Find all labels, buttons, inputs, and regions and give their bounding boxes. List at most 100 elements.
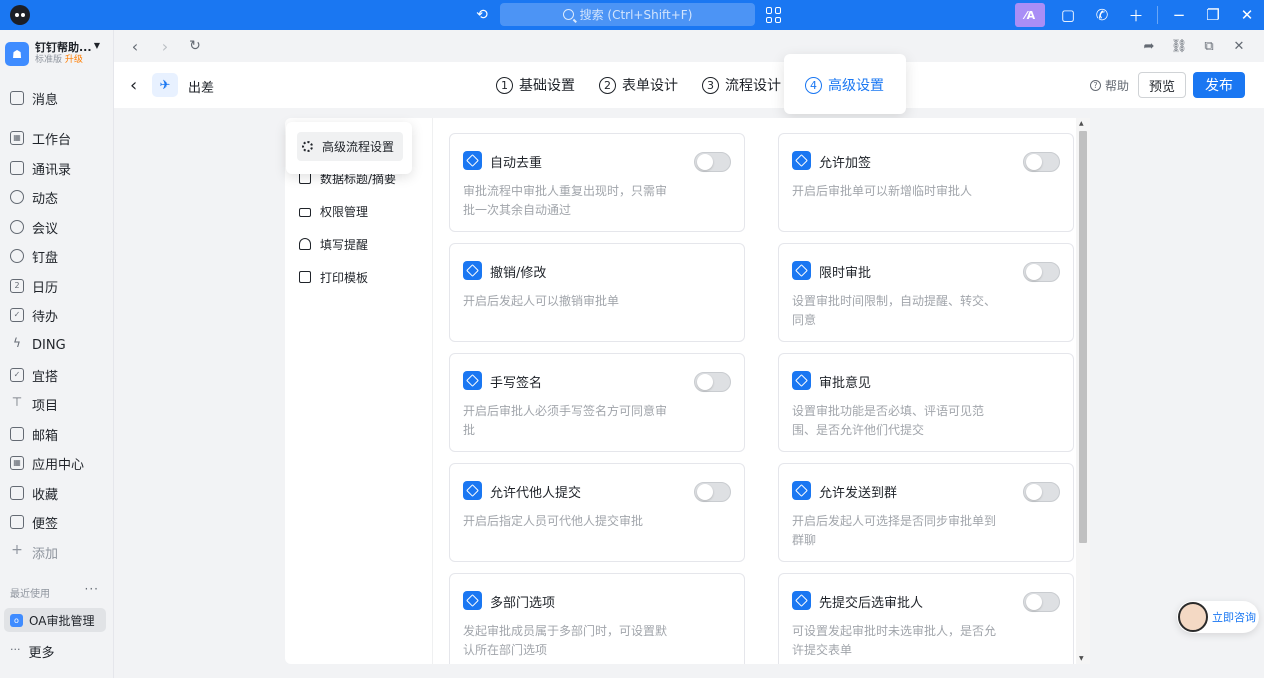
sidebar-item-notes[interactable]: 便签 <box>0 509 112 535</box>
history-icon[interactable]: ⟲ <box>473 6 491 24</box>
dingtalk-logo-icon[interactable] <box>10 5 30 25</box>
card-description: 开启后审批单可以新增临时审批人 <box>792 184 973 198</box>
card-description: 开启后审批人必须手写签名方可同意审批 <box>463 404 668 437</box>
close-page-icon[interactable]: ✕ <box>1224 31 1254 61</box>
global-search-input[interactable]: 搜索 (Ctrl+Shift+F) <box>500 3 755 26</box>
card-description: 开启后发起人可以撤销审批单 <box>463 294 620 308</box>
sidebar-item-drive[interactable]: 钉盘 <box>0 243 112 269</box>
meeting-icon <box>10 220 24 234</box>
bell-icon <box>299 238 311 250</box>
org-avatar: ☗ <box>5 42 29 66</box>
card-title: 限时审批 <box>819 266 872 281</box>
airplane-icon: ✈ <box>152 73 178 97</box>
subnav-fill-reminder[interactable]: 填写提醒 <box>299 230 368 258</box>
left-sidebar: ☗ 钉钉帮助... 标准版 升级 ▼ 消息 ▦ 工作台 通讯录 动态 会议 钉盘 … <box>0 30 114 678</box>
recent-item-oa-approval[interactable]: o OA审批管理 <box>4 608 106 632</box>
subnav-advanced-process[interactable]: 高级流程设置 <box>297 132 403 161</box>
card-description: 审批流程中审批人重复出现时，只需审批一次其余自动通过 <box>463 184 668 217</box>
sidebar-item-contacts[interactable]: 通讯录 <box>0 155 112 181</box>
minimize-icon[interactable]: − <box>1162 0 1196 30</box>
help-link[interactable]: ? 帮助 <box>1090 77 1129 94</box>
workbench-icon: ▦ <box>10 131 24 145</box>
sidebar-add-button[interactable]: + 添加 <box>0 539 112 565</box>
tab-basic-settings[interactable]: 1 基础设置 <box>496 75 575 95</box>
todo-icon: ✓ <box>10 308 24 322</box>
submit-on-behalf-toggle[interactable] <box>694 482 731 502</box>
sidebar-item-calendar[interactable]: 2 日历 <box>0 273 112 299</box>
setting-card-multi-department[interactable]: 多部门选项 发起审批成员属于多部门时，可设置默认所在部门选项 <box>449 573 745 664</box>
allow-add-signer-toggle[interactable] <box>1023 152 1060 172</box>
sidebar-item-workbench[interactable]: ▦ 工作台 <box>0 125 112 151</box>
recent-section-title: 最近使用 <box>10 589 50 600</box>
cube-icon <box>463 481 482 500</box>
recent-more-icon[interactable]: ··· <box>85 582 99 596</box>
auto-dedupe-toggle[interactable] <box>694 152 731 172</box>
refresh-icon[interactable]: ↻ <box>180 31 210 61</box>
titlebar-divider <box>1157 6 1158 24</box>
sidebar-item-todo[interactable]: ✓ 待办 <box>0 302 112 328</box>
contacts-icon <box>10 161 24 175</box>
card-description: 设置审批时间限制，自动提醒、转交、同意 <box>792 294 997 327</box>
close-icon[interactable]: ✕ <box>1230 0 1264 30</box>
setting-card-submit-on-behalf: 允许代他人提交 开启后指定人员可代他人提交审批 <box>449 463 745 562</box>
setting-card-handwritten-signature: 手写签名 开启后审批人必须手写签名方可同意审批 <box>449 353 745 452</box>
setting-card-revoke-modify[interactable]: 撤销/修改 开启后发起人可以撤销审批单 <box>449 243 745 342</box>
plus-icon[interactable]: ＋ <box>1119 0 1153 30</box>
phone-icon[interactable]: ✆ <box>1085 0 1119 30</box>
upgrade-link[interactable]: 升级 <box>65 55 83 65</box>
share-icon[interactable]: ➦ <box>1134 31 1164 61</box>
page-title: 出差 <box>188 81 215 96</box>
subnav-print-template[interactable]: 打印模板 <box>299 263 368 291</box>
sidebar-item-favorites[interactable]: 收藏 <box>0 480 112 506</box>
scrollbar-thumb[interactable] <box>1079 131 1087 543</box>
sidebar-item-project[interactable]: ⊤ 项目 <box>0 391 112 417</box>
chat-bubble-icon[interactable]: ▢ <box>1051 0 1085 30</box>
send-to-group-toggle[interactable] <box>1023 482 1060 502</box>
subnav-permissions[interactable]: 权限管理 <box>299 197 368 225</box>
sidebar-item-ding[interactable]: ϟ DING <box>0 332 112 358</box>
submit-then-select-approver-toggle[interactable] <box>1023 592 1060 612</box>
ai-icon[interactable]: ⁄A <box>1015 3 1045 27</box>
handwritten-signature-toggle[interactable] <box>694 372 731 392</box>
apps-grid-icon[interactable] <box>766 7 782 23</box>
link-icon[interactable]: ⛓ <box>1164 31 1194 61</box>
card-title: 自动去重 <box>490 156 543 171</box>
setting-card-approval-comments[interactable]: 审批意见 设置审批功能是否必填、评语可见范围、是否允许他们代提交 <box>778 353 1074 452</box>
time-limit-toggle[interactable] <box>1023 262 1060 282</box>
cube-icon <box>792 151 811 170</box>
subnav-active-highlight: 高级流程设置 <box>286 122 412 174</box>
back-icon[interactable]: ‹ <box>120 31 150 61</box>
setting-card-submit-then-select-approver: 先提交后选审批人 可设置发起审批时未选审批人，是否允许提交表单 <box>778 573 1074 664</box>
sidebar-item-feed[interactable]: 动态 <box>0 184 112 210</box>
sidebar-item-mail[interactable]: 邮箱 <box>0 421 112 447</box>
favorites-icon <box>10 486 24 500</box>
preview-button[interactable]: 预览 <box>1138 72 1186 98</box>
oa-app-icon: o <box>10 613 23 627</box>
tab-form-design[interactable]: 2 表单设计 <box>599 75 678 95</box>
sidebar-item-app-center[interactable]: ▦ 应用中心 <box>0 450 112 476</box>
app-center-icon: ▦ <box>10 456 24 470</box>
card-title: 允许发送到群 <box>819 486 898 501</box>
feed-icon <box>10 190 24 204</box>
sidebar-item-messages[interactable]: 消息 <box>0 85 112 111</box>
tab-process-design[interactable]: 3 流程设计 <box>702 75 781 95</box>
scroll-up-arrow-icon[interactable]: ▲ <box>1079 120 1084 127</box>
publish-button[interactable]: 发布 <box>1193 72 1245 98</box>
open-window-icon[interactable]: ⧉ <box>1194 31 1224 61</box>
consult-now-button[interactable]: 立即咨询 <box>1177 601 1259 633</box>
restore-icon[interactable]: ❐ <box>1196 0 1230 30</box>
sidebar-item-meeting[interactable]: 会议 <box>0 214 112 240</box>
panel-scrollbar[interactable]: ▲ ▼ <box>1076 118 1090 664</box>
tab-advanced-settings[interactable]: 4 高级设置 <box>805 75 884 95</box>
org-switcher[interactable]: ☗ 钉钉帮助... 标准版 升级 ▼ <box>5 38 110 70</box>
printer-icon <box>299 271 311 283</box>
browser-toolbar: ‹ › ↻ ➦ ⛓ ⧉ ✕ <box>114 30 1264 62</box>
forward-icon[interactable]: › <box>150 31 180 61</box>
calendar-icon: 2 <box>10 279 24 293</box>
sidebar-item-yida[interactable]: ✓ 宜搭 <box>0 362 112 388</box>
scroll-down-arrow-icon[interactable]: ▼ <box>1079 655 1084 662</box>
card-description: 可设置发起审批时未选审批人，是否允许提交表单 <box>792 624 997 657</box>
sidebar-more-button[interactable]: ··· 更多 <box>0 638 112 664</box>
org-name: 钉钉帮助... <box>35 41 92 54</box>
back-arrow-icon[interactable]: ‹ <box>130 75 137 96</box>
